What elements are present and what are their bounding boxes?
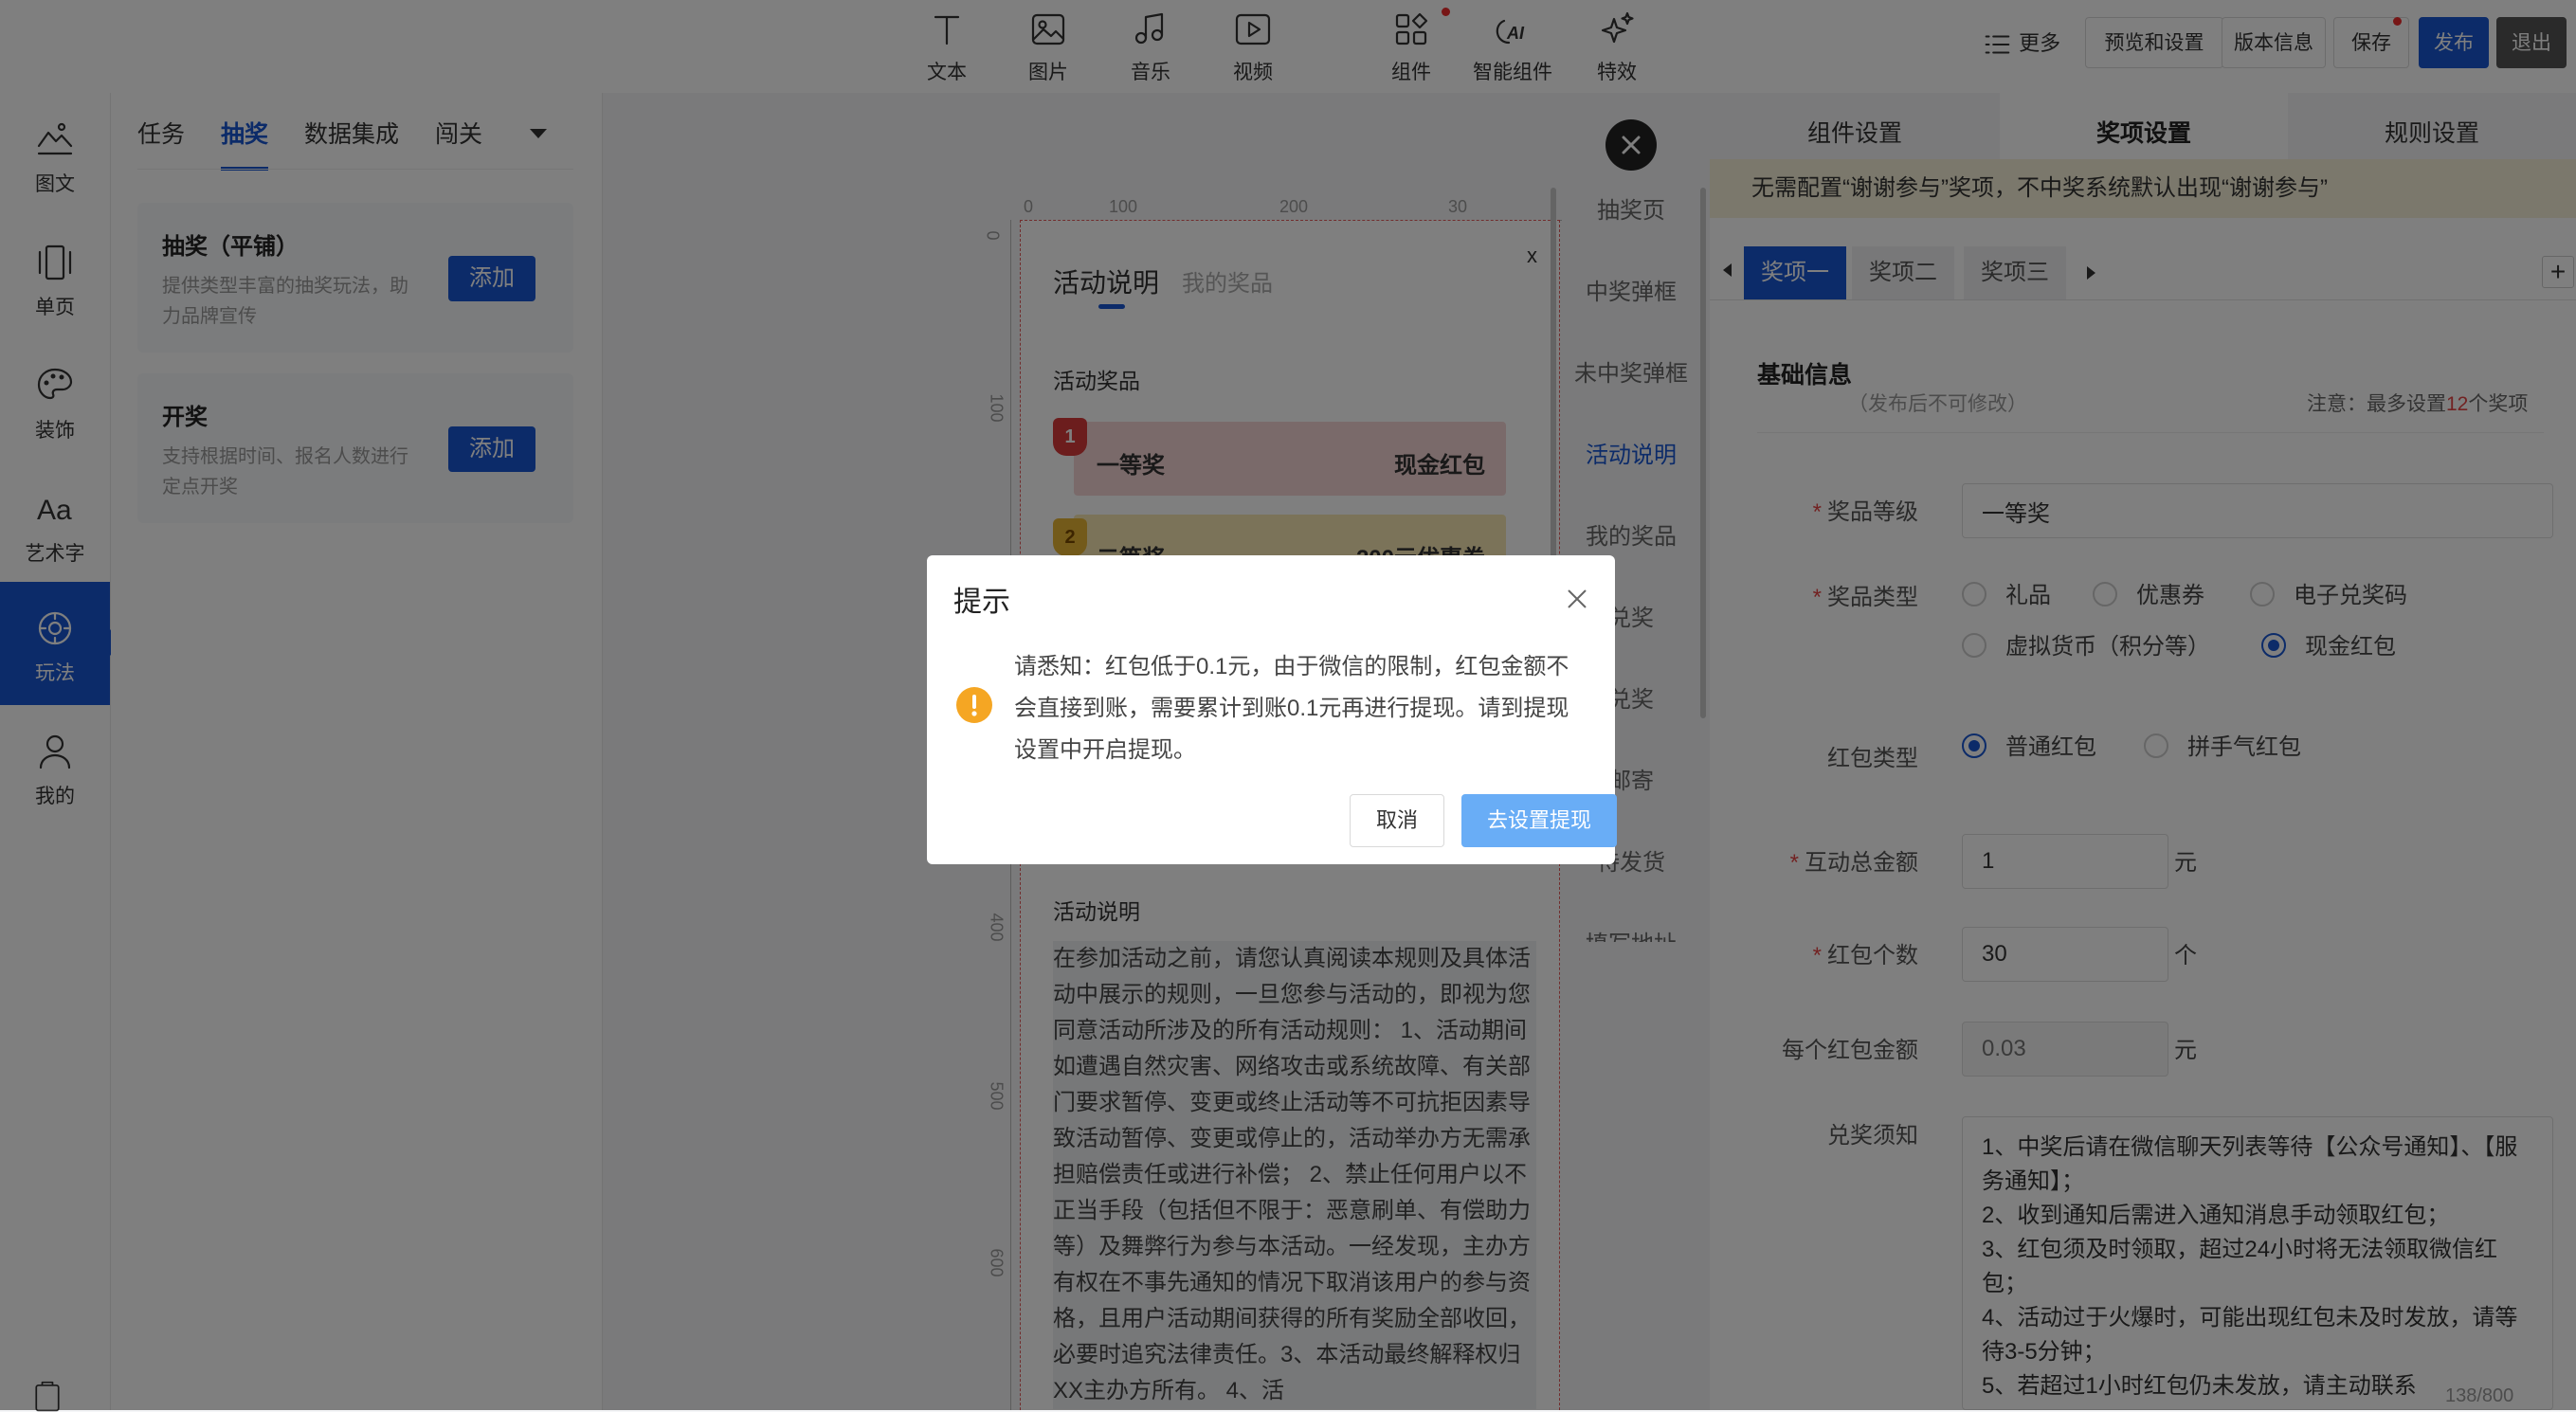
warning-icon [956,687,992,723]
go-set-withdrawal-button[interactable]: 去设置提现 [1461,794,1617,847]
dialog-message: 请悉知：红包低于0.1元，由于微信的限制，红包金额不会直接到账，需要累计到账0.… [1014,654,1569,763]
close-icon[interactable] [1564,586,1590,612]
dialog-title: 提示 [953,587,1010,618]
alert-dialog: 提示 请悉知：红包低于0.1元，由于微信的限制，红包金额不会直接到账，需要累计到… [927,555,1617,864]
cancel-button[interactable]: 取消 [1350,794,1444,847]
